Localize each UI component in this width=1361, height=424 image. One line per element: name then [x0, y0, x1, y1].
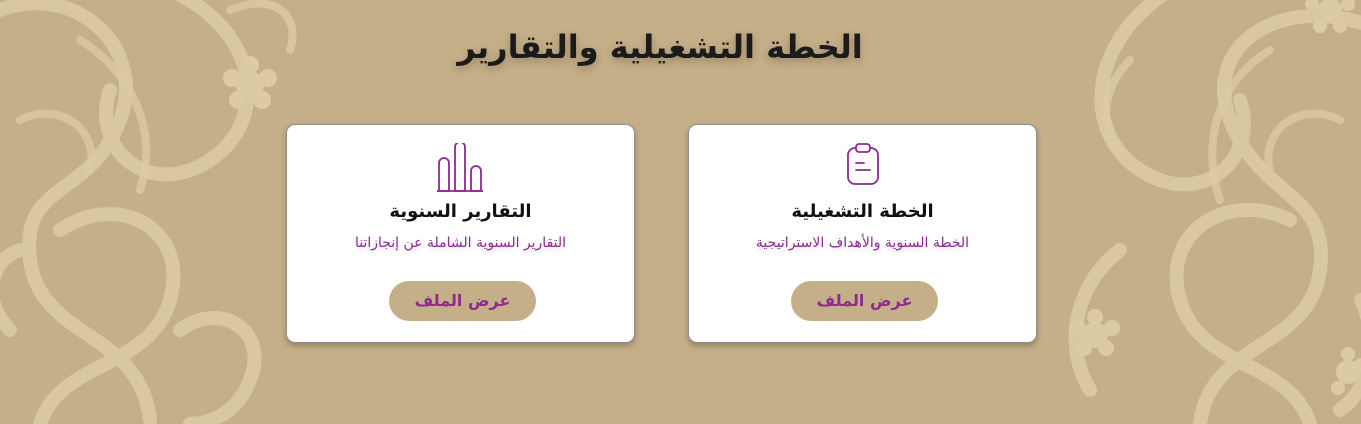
view-file-button[interactable]: عرض الملف: [791, 281, 938, 321]
page-title: الخطة التشغيلية والتقارير: [457, 28, 863, 66]
card-description: التقارير السنوية الشاملة عن إنجازاتنا: [354, 235, 567, 251]
bar-chart-icon: [287, 143, 634, 193]
card-description: الخطة السنوية والأهداف الاستراتيجية: [755, 235, 970, 251]
card-operational-plan: الخطة التشغيلية الخطة السنوية والأهداف ا…: [688, 124, 1037, 343]
card-title: التقارير السنوية: [389, 201, 532, 222]
clipboard-icon: [689, 143, 1036, 193]
card-title: الخطة التشغيلية: [791, 201, 934, 222]
card-annual-reports: التقارير السنوية التقارير السنوية الشامل…: [286, 124, 635, 343]
view-file-button[interactable]: عرض الملف: [389, 281, 536, 321]
